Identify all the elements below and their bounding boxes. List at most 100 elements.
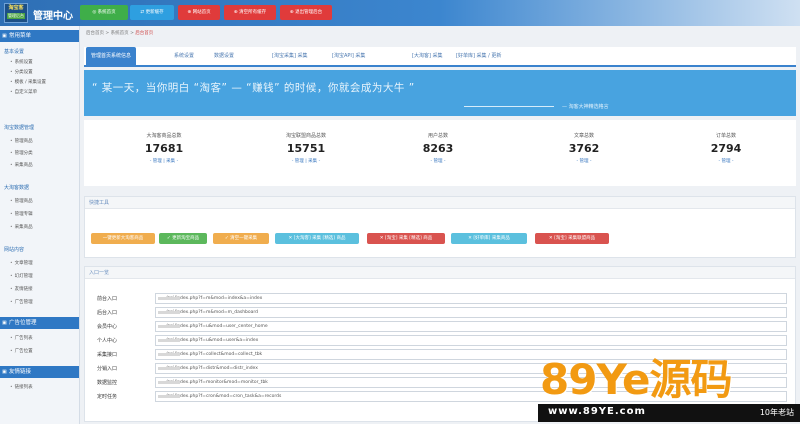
link-url-field[interactable]: /api/index.php?f=u&mod=user&a=index (155, 335, 787, 346)
tab-data-settings[interactable]: 数据设置 (214, 52, 234, 59)
sidebar-item-tb-goods[interactable]: 管理商品 (10, 138, 33, 146)
stat-link[interactable]: - 管理 - (388, 158, 488, 164)
watermark-url: www.89YE.com (548, 406, 646, 417)
sidebar-item-links[interactable]: 友情链接 (10, 286, 33, 294)
stat-label: 用户总数 (427, 133, 448, 139)
banner-author: — 淘客大神精选格言 (562, 104, 609, 110)
sidebar: 常用菜单 基本设置 系统设置 分类设置 模板 / 采集设置 自定义菜单 淘宝数据… (0, 26, 80, 424)
breadcrumb-current: 后台首页 (135, 31, 154, 36)
quote-banner: “ 某一天，当你明白 “淘客” — “赚钱” 的时候，你就会成为大牛 ” — 淘… (84, 70, 796, 116)
sidebar-item-ad-list[interactable]: 广告列表 (10, 335, 33, 343)
sidebar-item-tb-cats[interactable]: 管理分类 (10, 150, 33, 158)
quick-update-dtk-button[interactable]: 一键更新大淘客商品 (91, 233, 155, 244)
sidebar-section-basic[interactable]: 基本设置 (4, 48, 24, 57)
link-url-field[interactable]: /api/index.php?f=u&mod=user_center_home (155, 321, 787, 332)
tab-taobao-api[interactable]: [淘宝API] 采集 (332, 52, 365, 59)
watermark-brand: 89Ye源码 (540, 355, 732, 404)
sidebar-group-ads[interactable]: 广告位管理 (0, 317, 79, 329)
breadcrumb-home[interactable]: 后台首页 (86, 31, 104, 36)
link-label: 前台入口 (97, 296, 118, 302)
sidebar-item-link-list[interactable]: 链接列表 (10, 384, 33, 392)
tab-system-settings[interactable]: 系统设置 (174, 52, 194, 59)
stat-link[interactable]: - 管理 | 采集 - (114, 158, 214, 164)
sidebar-item-dtk-collect[interactable]: 采集商品 (10, 224, 33, 232)
link-url-field[interactable]: /api/index.php?f=m&mod=m_dashboard (155, 307, 787, 318)
stats-panel: 大淘客商品总数 17681 - 管理 | 采集 - 淘宝联盟商品总数 15751… (84, 120, 796, 186)
tab-home-info[interactable]: 管理首页系统信息 (86, 47, 137, 65)
sidebar-section-taobao[interactable]: 淘宝数据管理 (4, 124, 34, 133)
app-logo[interactable]: 淘宝客 管理后台 (4, 3, 28, 23)
stat-label: 大淘客商品总数 (146, 133, 182, 139)
quick-tb-collect-button[interactable]: ✕ [淘宝] 采集 [精选] 商品 (367, 233, 445, 244)
breadcrumb: 后台首页 > 系统首页 > 后台首页 (86, 30, 153, 36)
app-title: 管理中心 (33, 11, 73, 22)
stat-users: 用户总数 8263 - 管理 - (388, 132, 488, 164)
quick-tools-panel: 快捷工具 一键更新大淘客商品 ✓ 更新淘宝商品 ✓ 清空一键采集 ✕ [大淘客]… (84, 196, 796, 258)
tab-hdk-collect[interactable]: [好单库] 采集 / 更新 (456, 52, 501, 59)
sidebar-item-custom-menu[interactable]: 自定义菜单 (10, 89, 38, 97)
sidebar-item-ads[interactable]: 广告管理 (10, 299, 33, 307)
link-row: 前台入口 /api/index.php?f=m&mod=index&a=inde… (97, 293, 787, 305)
breadcrumb-mid[interactable]: 系统首页 (111, 31, 129, 36)
sidebar-item-system[interactable]: 系统设置 (10, 59, 33, 67)
sidebar-item-ad-position[interactable]: 广告位置 (10, 348, 33, 356)
sidebar-item-slides[interactable]: 幻灯管理 (10, 273, 33, 281)
tab-taobao-collect[interactable]: [淘宝采集] 采集 (272, 52, 308, 59)
quick-clear-collect-button[interactable]: ✓ 清空一键采集 (213, 233, 269, 244)
watermark-bar: www.89YE.com 10年老站 (538, 404, 800, 422)
link-label: 后台入口 (97, 310, 118, 316)
sidebar-item-dtk-goods[interactable]: 管理商品 (10, 198, 33, 206)
top-header: 淘宝客 管理后台 管理中心 ◎ 系统首页 ⇄ 更新缓存 ⊕ 网站首页 ⊕ 清空所… (0, 0, 800, 26)
quick-dtk-collect-button[interactable]: ✕ [大淘客] 采集 [精选] 商品 (275, 233, 359, 244)
sidebar-group-friendlinks[interactable]: 友情链接 (0, 366, 79, 378)
logo-subtext: 管理后台 (7, 13, 25, 19)
clear-all-cache-button[interactable]: ⊕ 清空所有缓存 (224, 5, 276, 20)
sidebar-section-dtk[interactable]: 大淘客数据 (4, 184, 29, 193)
link-label: 个人中心 (97, 338, 118, 344)
stat-value: 3762 (568, 142, 600, 155)
breadcrumb-separator: > (104, 31, 111, 36)
stat-label: 淘宝联盟商品总数 (285, 133, 326, 139)
watermark-tag: 10年老站 (759, 408, 794, 417)
link-label: 采集接口 (97, 352, 118, 358)
panel-title: 快捷工具 (85, 197, 795, 209)
tab-dtk-collect[interactable]: [大淘客] 采集 (412, 52, 443, 59)
stat-link[interactable]: - 管理 - (534, 158, 634, 164)
stat-link[interactable]: - 管理 | 采集 - (256, 158, 356, 164)
update-cache-button[interactable]: ⇄ 更新缓存 (130, 5, 174, 20)
stat-value: 15751 (286, 142, 326, 155)
link-label: 数据监控 (97, 380, 118, 386)
tab-bar: 管理首页系统信息 系统设置 数据设置 [淘宝采集] 采集 [淘宝API] 采集 … (84, 47, 796, 67)
stat-label: 文章总数 (573, 133, 594, 139)
quick-hdk-collect-button[interactable]: ✕ [好单库] 采集商品 (451, 233, 527, 244)
stat-articles: 文章总数 3762 - 管理 - (534, 132, 634, 164)
sidebar-item-template[interactable]: 模板 / 采集设置 (10, 79, 46, 87)
quick-tb-union-button[interactable]: ✕ [淘宝] 采集联盟商品 (535, 233, 609, 244)
banner-quote: “ 某一天，当你明白 “淘客” — “赚钱” 的时候，你就会成为大牛 ” (92, 82, 415, 94)
stat-link[interactable]: - 管理 - (676, 158, 776, 164)
site-home-button[interactable]: ⊕ 网站首页 (178, 5, 220, 20)
quick-update-tb-button[interactable]: ✓ 更新淘宝商品 (159, 233, 207, 244)
stat-value: 17681 (144, 142, 184, 155)
sidebar-group-common[interactable]: 常用菜单 (0, 30, 79, 42)
watermark: 89Ye源码 www.89YE.com 10年老站 (538, 346, 800, 424)
sidebar-section-content[interactable]: 网站内容 (4, 246, 24, 255)
link-url-field[interactable]: /api/index.php?f=m&mod=index&a=index (155, 293, 787, 304)
link-row: 会员中心 /api/index.php?f=u&mod=user_center_… (97, 321, 787, 333)
sidebar-item-tb-collect[interactable]: 采集商品 (10, 162, 33, 170)
link-label: 定时任务 (97, 394, 118, 400)
link-label: 会员中心 (97, 324, 118, 330)
stat-label: 订单总数 (715, 133, 736, 139)
panel-title: 入口一览 (85, 267, 795, 279)
stat-value: 8263 (422, 142, 454, 155)
system-home-button[interactable]: ◎ 系统首页 (80, 5, 128, 20)
quote-divider (464, 106, 554, 107)
stat-value: 2794 (710, 142, 742, 155)
sidebar-item-articles[interactable]: 文章管理 (10, 260, 33, 268)
link-row: 后台入口 /api/index.php?f=m&mod=m_dashboard (97, 307, 787, 319)
link-label: 分销入口 (97, 366, 118, 372)
logout-button[interactable]: ⊕ 退出管理后台 (280, 5, 332, 20)
sidebar-item-category[interactable]: 分类设置 (10, 69, 33, 77)
stat-tb-goods: 淘宝联盟商品总数 15751 - 管理 | 采集 - (256, 132, 356, 164)
sidebar-item-dtk-album[interactable]: 管理专辑 (10, 211, 33, 219)
